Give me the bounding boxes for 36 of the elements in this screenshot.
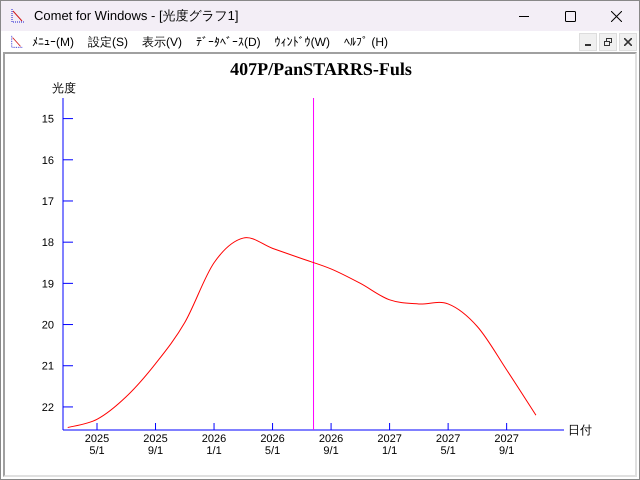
restore-icon xyxy=(604,38,612,46)
x-tick-label: 2026 9/1 xyxy=(318,433,344,457)
y-tick-label: 22 xyxy=(42,402,54,414)
y-tick-label: 21 xyxy=(42,360,54,373)
menu-item[interactable]: ﾒﾆｭｰ(M) xyxy=(32,32,74,50)
y-tick-label: 20 xyxy=(42,320,54,332)
y-tick-label: 17 xyxy=(42,196,54,208)
close-icon xyxy=(610,10,622,22)
y-tick-label: 15 xyxy=(42,114,54,126)
x-tick-label: 2027 1/1 xyxy=(377,433,402,457)
maximize-icon xyxy=(564,10,576,22)
y-tick-label: 18 xyxy=(42,237,54,250)
close-button[interactable] xyxy=(619,32,637,50)
x-axis-label: 日付 xyxy=(568,423,592,437)
minimize-button[interactable] xyxy=(579,32,597,50)
menu-item[interactable]: 表示(V) xyxy=(142,32,182,50)
x-tick-label: 2027 9/1 xyxy=(494,433,519,457)
menu-item[interactable]: ｳｨﾝﾄﾞｳ(W) xyxy=(274,32,330,50)
close-icon xyxy=(624,38,632,46)
menu-item[interactable]: ﾃﾞｰﾀﾍﾞｰｽ(D) xyxy=(196,32,261,50)
x-tick-label: 2026 5/1 xyxy=(260,433,285,457)
y-axis-label: 光度 xyxy=(52,81,76,95)
app-icon xyxy=(10,8,26,24)
x-tick-label: 2027 5/1 xyxy=(436,433,460,457)
x-tick-label: 2025 9/1 xyxy=(143,433,168,457)
window-title: Comet for Windows - [光度グラフ1] xyxy=(34,7,238,26)
y-tick-label: 16 xyxy=(42,154,54,167)
chart-title: 407P/PanSTARRS-Fuls xyxy=(230,59,412,79)
menu-item[interactable]: ﾍﾙﾌﾟ (H) xyxy=(344,32,388,50)
x-tick-label: 2025 5/1 xyxy=(84,433,110,457)
x-tick-label: 2026 1/1 xyxy=(202,433,226,457)
document-icon xyxy=(10,34,24,48)
y-tick-label: 19 xyxy=(42,278,54,290)
restore-button[interactable] xyxy=(599,32,617,50)
menu-item[interactable]: 設定(S) xyxy=(88,32,128,50)
minimize-icon xyxy=(585,44,591,46)
